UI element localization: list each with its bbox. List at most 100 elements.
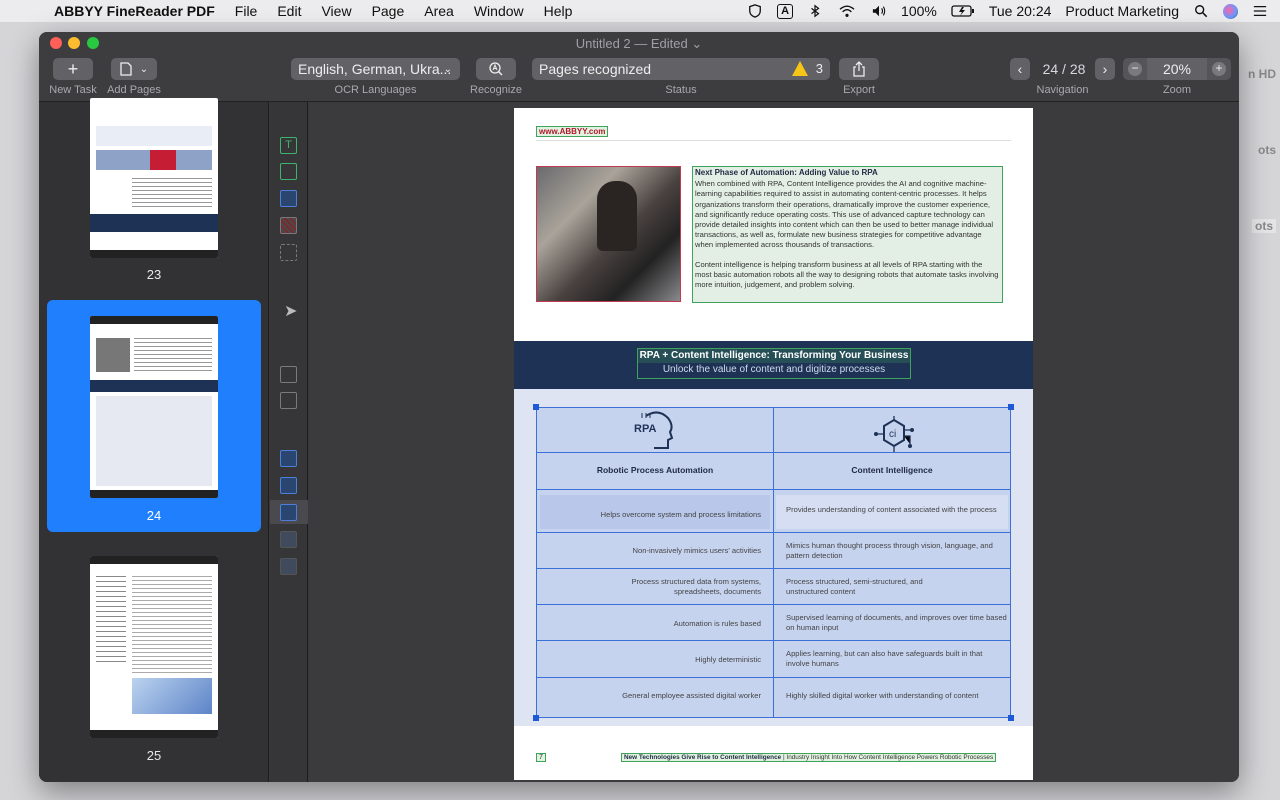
rpa-head-icon: RPA: [632, 410, 682, 450]
recognize-button[interactable]: [476, 58, 516, 80]
zoom-value[interactable]: 20%: [1147, 58, 1207, 80]
input-source-icon[interactable]: A: [777, 3, 794, 19]
resize-handle[interactable]: [533, 404, 539, 410]
spotlight-search-icon[interactable]: [1193, 4, 1209, 18]
ocr-languages-dropdown[interactable]: English, German, Ukra... ⌄: [291, 58, 460, 80]
band-text-area[interactable]: RPA + Content Intelligence: Transforming…: [637, 348, 911, 379]
previous-page-button[interactable]: ‹: [1010, 58, 1030, 80]
table-area-tool-icon[interactable]: [280, 190, 297, 207]
page-number-23[interactable]: 23: [39, 267, 269, 282]
page-thumbnail-24[interactable]: [90, 316, 218, 498]
app-menu[interactable]: ABBYY FineReader PDF: [54, 3, 215, 19]
text-area-tool-icon[interactable]: T: [280, 137, 297, 154]
zoom-out-button[interactable]: −: [1128, 62, 1142, 76]
page-thumbnail-23[interactable]: [90, 98, 218, 258]
window-title[interactable]: Untitled 2 — Edited ⌄: [39, 36, 1239, 52]
table-area[interactable]: RPA ci Robotic Process Automation Conten…: [533, 404, 1014, 721]
row-separator[interactable]: [537, 532, 1010, 533]
recognize-icon: [489, 62, 503, 76]
footer-page-number[interactable]: 7: [536, 753, 546, 762]
band-title: RPA + Content Intelligence: Transforming…: [638, 349, 910, 363]
row-separator[interactable]: [537, 452, 1010, 453]
wifi-icon[interactable]: [837, 4, 857, 18]
select-pointer-icon[interactable]: ➤: [284, 301, 297, 321]
column-separator[interactable]: [773, 408, 774, 717]
table-cell: Supervised learning of documents, and im…: [786, 613, 1007, 632]
table-cell: Process structured, semi-structured, and…: [786, 577, 923, 596]
merge-cells-icon[interactable]: [280, 531, 297, 548]
battery-icon[interactable]: [951, 4, 975, 18]
title-band: RPA + Content Intelligence: Transforming…: [514, 341, 1033, 389]
thumbnail-text: [96, 576, 126, 666]
toolbar: Untitled 2 — Edited ⌄ + New Task ⌄ Add P…: [39, 32, 1239, 102]
row-separator[interactable]: [537, 677, 1010, 678]
user-menu[interactable]: Product Marketing: [1065, 3, 1179, 19]
table-cell: Highly skilled digital worker with under…: [786, 691, 979, 700]
table-cell: Highly deterministic: [695, 655, 761, 664]
paragraph-2: Content intelligence is helping transfor…: [695, 259, 999, 290]
header-link[interactable]: www.ABBYY.com: [536, 126, 609, 137]
new-task-button[interactable]: +: [53, 58, 93, 80]
menu-view[interactable]: View: [321, 3, 351, 19]
next-page-button[interactable]: ›: [1095, 58, 1115, 80]
table-cell: Provides understanding of content associ…: [786, 505, 997, 514]
band-subtitle: Unlock the value of content and digitize…: [662, 364, 886, 375]
export-label: Export: [843, 84, 875, 96]
desktop-label: n HD: [1248, 67, 1276, 81]
siri-icon[interactable]: [1223, 3, 1238, 19]
control-center-icon[interactable]: [1252, 4, 1268, 18]
add-area-tool-icon[interactable]: [280, 366, 297, 383]
row-separator[interactable]: [537, 604, 1010, 605]
text-area[interactable]: Next Phase of Automation: Adding Value t…: [692, 166, 1003, 303]
thumbnail-band: [90, 380, 218, 392]
resize-handle[interactable]: [533, 715, 539, 721]
menu-page[interactable]: Page: [372, 3, 405, 19]
page-indicator[interactable]: 24 / 28: [1034, 61, 1094, 77]
table-cell: Applies learning, but can also have safe…: [786, 649, 983, 668]
page-number-24[interactable]: 24: [39, 508, 269, 523]
thumbnail-text: [132, 576, 212, 676]
picture-area-tool-icon[interactable]: [280, 163, 297, 180]
remove-area-tool-icon[interactable]: [280, 392, 297, 409]
background-picture-tool-icon[interactable]: [280, 217, 297, 234]
status-field[interactable]: Pages recognized 3: [532, 58, 830, 80]
desktop-label: ots: [1252, 219, 1276, 233]
table-cell: Non-invasively mimics users' activities: [632, 546, 761, 555]
bluetooth-icon[interactable]: [807, 4, 823, 18]
picture-area[interactable]: [536, 166, 681, 302]
resize-handle[interactable]: [1008, 404, 1014, 410]
clock[interactable]: Tue 20:24: [989, 3, 1052, 19]
menu-area[interactable]: Area: [424, 3, 454, 19]
recognize-label: Recognize: [470, 84, 522, 96]
document-view[interactable]: www.ABBYY.com Next Phase of Automation: …: [309, 102, 1239, 782]
split-cells-icon[interactable]: [280, 558, 297, 575]
volume-icon[interactable]: [871, 4, 887, 18]
menu-file[interactable]: File: [235, 3, 258, 19]
row-separator[interactable]: [537, 568, 1010, 569]
insert-vertical-separator-icon[interactable]: [280, 450, 297, 467]
insert-horizontal-separator-icon[interactable]: [280, 477, 297, 494]
column-header-ci: Content Intelligence: [851, 465, 933, 475]
resize-handle[interactable]: [1008, 715, 1014, 721]
footer-text-area[interactable]: New Technologies Give Rise to Content In…: [621, 753, 997, 762]
document-page[interactable]: www.ABBYY.com Next Phase of Automation: …: [514, 108, 1033, 780]
export-button[interactable]: [839, 58, 879, 80]
menu-window[interactable]: Window: [474, 3, 524, 19]
menu-help[interactable]: Help: [544, 3, 573, 19]
add-pages-button[interactable]: ⌄: [111, 58, 157, 80]
zoom-in-button[interactable]: +: [1212, 62, 1226, 76]
warning-icon[interactable]: [792, 61, 808, 76]
thumbnail-footer: [90, 250, 218, 258]
row-separator[interactable]: [537, 640, 1010, 641]
recognition-area-tool-icon[interactable]: [280, 244, 297, 261]
page-thumbnail-25[interactable]: [90, 556, 218, 738]
menu-edit[interactable]: Edit: [277, 3, 301, 19]
row-separator[interactable]: [537, 489, 1010, 490]
shield-icon[interactable]: [747, 4, 763, 18]
page-number-25[interactable]: 25: [39, 748, 269, 763]
chevron-down-icon: ⌄: [139, 63, 149, 75]
chevron-left-icon: ‹: [1017, 61, 1023, 77]
section-title: Next Phase of Automation: Adding Value t…: [695, 168, 878, 177]
app-window: Untitled 2 — Edited ⌄ + New Task ⌄ Add P…: [39, 32, 1239, 782]
delete-separator-icon[interactable]: [280, 504, 297, 521]
